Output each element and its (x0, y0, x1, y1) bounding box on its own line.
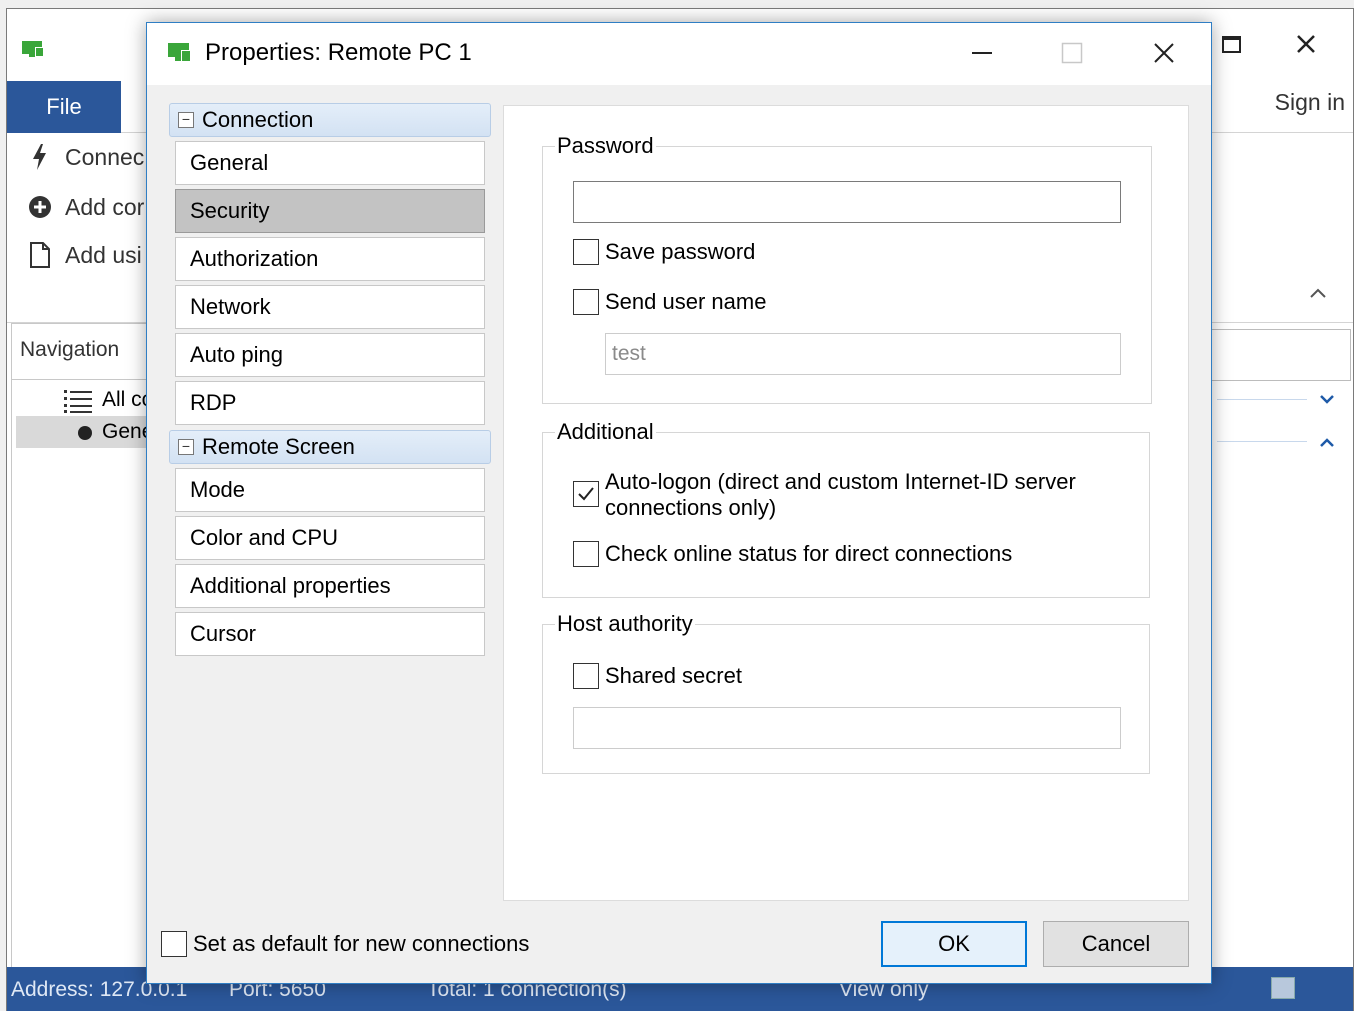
tree-item-mode[interactable]: Mode (175, 468, 485, 512)
tree-group-label: Connection (202, 107, 314, 132)
additional-group: Additional Auto-logon (direct and custom… (542, 419, 1150, 598)
set-default-checkbox[interactable]: Set as default for new connections (161, 931, 529, 957)
password-group-title: Password (555, 133, 656, 159)
shared-secret-checkbox[interactable]: Shared secret (573, 663, 742, 689)
checkbox-box[interactable] (573, 541, 599, 567)
auto-logon-label-line1: Auto-logon (direct and custom Internet-I… (605, 469, 1076, 494)
tree-item-auto-ping[interactable]: Auto ping (175, 333, 485, 377)
chevron-down-icon[interactable] (1319, 389, 1335, 410)
maximize-icon (1049, 33, 1095, 73)
sign-in-link[interactable]: Sign in (1275, 89, 1345, 116)
close-icon[interactable] (1141, 33, 1187, 73)
add-circle-icon (27, 193, 53, 221)
checkbox-checked[interactable] (573, 481, 599, 507)
add-using-command[interactable]: Add usi (27, 241, 142, 269)
dialog-titlebar: Properties: Remote PC 1 (147, 23, 1211, 85)
set-default-label: Set as default for new connections (193, 931, 530, 956)
password-input[interactable] (573, 181, 1121, 223)
status-icon (1271, 977, 1295, 999)
collapse-ribbon-icon[interactable] (1309, 283, 1327, 304)
nav-item-general[interactable]: Gene (16, 416, 162, 448)
shared-secret-label: Shared secret (605, 663, 742, 688)
nav-item-all[interactable]: All cc (16, 384, 162, 416)
send-user-name-label: Send user name (605, 289, 767, 314)
collapse-icon[interactable]: − (178, 439, 194, 455)
security-settings-panel: Password Save password Send user name Ad… (503, 105, 1189, 901)
group-divider (1217, 441, 1307, 442)
lightning-icon (27, 143, 53, 171)
group-divider (1217, 399, 1307, 400)
app-icon (168, 43, 191, 62)
tree-item-cursor[interactable]: Cursor (175, 612, 485, 656)
nav-item-all-label: All cc (102, 388, 153, 411)
navigation-header: Navigation (12, 324, 160, 380)
check-online-status-label: Check online status for direct connectio… (605, 541, 1013, 566)
auto-logon-label-line2: connections only) (605, 495, 777, 520)
add-connection-command[interactable]: Add cor (27, 193, 144, 221)
send-user-name-checkbox[interactable]: Send user name (573, 289, 766, 315)
tree-item-rdp[interactable]: RDP (175, 381, 485, 425)
file-tab[interactable]: File (7, 81, 121, 133)
minimize-icon[interactable] (959, 33, 1005, 73)
check-online-status-checkbox[interactable]: Check online status for direct connectio… (573, 541, 1012, 567)
add-connection-label: Add cor (65, 193, 145, 220)
tree-item-additional-properties[interactable]: Additional properties (175, 564, 485, 608)
chevron-up-icon[interactable] (1319, 433, 1335, 454)
save-password-checkbox[interactable]: Save password (573, 239, 755, 265)
shared-secret-input (573, 707, 1121, 749)
tree-item-network[interactable]: Network (175, 285, 485, 329)
checkbox-box[interactable] (573, 663, 599, 689)
tree-group-label: Remote Screen (202, 434, 355, 459)
close-icon[interactable] (1295, 31, 1317, 62)
navigation-panel: Navigation All cc Gene (11, 323, 162, 973)
properties-dialog: Properties: Remote PC 1 − Connection Gen… (146, 22, 1212, 984)
tree-group-remote-screen[interactable]: − Remote Screen (169, 430, 491, 464)
cancel-button[interactable]: Cancel (1043, 921, 1189, 967)
tree-group-connection[interactable]: − Connection (169, 103, 491, 137)
checkbox-box[interactable] (573, 289, 599, 315)
save-password-label: Save password (605, 239, 756, 264)
document-icon (27, 241, 53, 269)
host-authority-group: Host authority Shared secret (542, 611, 1150, 774)
auto-logon-label: Auto-logon (direct and custom Internet-I… (605, 469, 1076, 521)
collapse-icon[interactable]: − (178, 112, 194, 128)
host-authority-group-title: Host authority (555, 611, 695, 637)
user-name-input (605, 333, 1121, 375)
dialog-title: Properties: Remote PC 1 (205, 39, 472, 66)
tree-item-security[interactable]: Security (175, 189, 485, 233)
app-icon (22, 41, 44, 57)
additional-group-title: Additional (555, 419, 656, 445)
add-using-label: Add usi (65, 241, 142, 268)
password-group: Password Save password Send user name (542, 133, 1152, 404)
search-field[interactable] (1211, 329, 1351, 381)
connect-command-label: Connec (65, 143, 145, 170)
tree-item-color-and-cpu[interactable]: Color and CPU (175, 516, 485, 560)
connect-command[interactable]: Connec (27, 143, 144, 171)
ok-button[interactable]: OK (881, 921, 1027, 967)
restore-icon[interactable] (1221, 31, 1243, 62)
checkbox-box[interactable] (161, 931, 187, 957)
bullet-icon (78, 426, 92, 440)
tree-item-general[interactable]: General (175, 141, 485, 185)
checkbox-box[interactable] (573, 239, 599, 265)
auto-logon-checkbox[interactable]: Auto-logon (direct and custom Internet-I… (573, 469, 1076, 521)
tree-item-authorization[interactable]: Authorization (175, 237, 485, 281)
checkmark-icon (578, 487, 594, 501)
